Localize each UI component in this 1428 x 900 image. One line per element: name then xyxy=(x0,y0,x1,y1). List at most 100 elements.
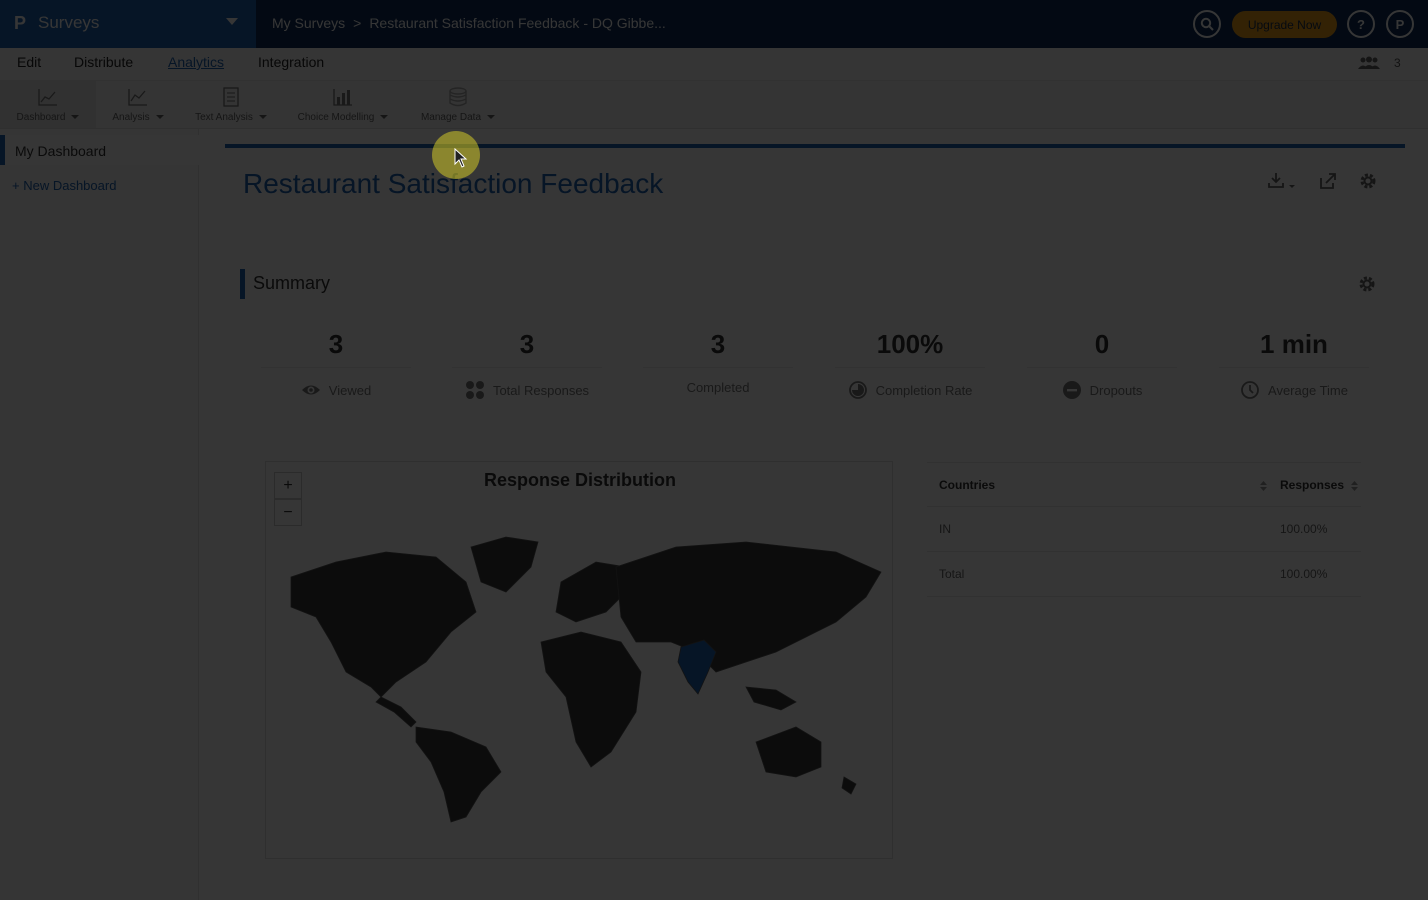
chevron-down-icon xyxy=(226,18,238,25)
table-cell: 100.00% xyxy=(1280,567,1328,581)
column-header-responses[interactable]: Responses xyxy=(1280,478,1344,492)
australia xyxy=(755,726,822,778)
europe xyxy=(555,561,627,623)
gear-icon xyxy=(1360,173,1376,189)
stat-label: Total Responses xyxy=(492,382,590,398)
pie-icon xyxy=(848,381,867,399)
toolbar-dashboard[interactable]: Dashboard xyxy=(0,81,96,128)
stat-total-responses: 3 Total Responses xyxy=(452,330,602,400)
toolbar-text-analysis[interactable]: Text Analysis xyxy=(186,81,276,128)
summary-settings-button[interactable] xyxy=(1357,274,1377,294)
document-icon xyxy=(223,87,239,107)
main-tabs: Edit Distribute Analytics Integration 3 xyxy=(0,48,1428,81)
stat-value: 3 xyxy=(643,330,793,368)
dashboard-settings-button[interactable] xyxy=(1358,171,1378,191)
summary-title: Summary xyxy=(253,273,331,293)
toolbar-analysis[interactable]: Analysis xyxy=(100,81,176,128)
loading-bar xyxy=(225,144,1405,148)
world-map[interactable] xyxy=(276,522,886,832)
download-icon xyxy=(1268,173,1295,188)
breadcrumb: My Surveys > Restaurant Satisfaction Feedb… xyxy=(272,15,666,31)
india-region xyxy=(677,639,717,695)
chart-icon xyxy=(38,89,57,106)
table-header: Countries Responses xyxy=(927,462,1361,507)
gear-icon xyxy=(1359,276,1375,292)
bar-chart-icon xyxy=(333,89,352,106)
sort-icon[interactable] xyxy=(1260,481,1267,491)
collaborator-count: 3 xyxy=(1394,56,1401,70)
stat-value: 0 xyxy=(1027,330,1177,368)
central-america xyxy=(375,696,417,728)
stat-value: 3 xyxy=(452,330,602,368)
table-cell: IN xyxy=(939,522,951,536)
column-header-countries[interactable]: Countries xyxy=(939,478,995,492)
stat-label: Viewed xyxy=(328,382,372,398)
app-logo-icon: P xyxy=(14,13,27,33)
users-icon xyxy=(1358,56,1380,69)
new-dashboard-link[interactable]: + New Dashboard xyxy=(12,178,116,193)
share-icon xyxy=(1320,173,1336,189)
sort-icon[interactable] xyxy=(1351,481,1358,491)
toolbar-choice-modelling[interactable]: Choice Modelling xyxy=(290,81,396,128)
tab-distribute[interactable]: Distribute xyxy=(74,54,133,70)
toolbar-manage-data[interactable]: Manage Data xyxy=(414,81,502,128)
sidebar-item-my-dashboard[interactable]: My Dashboard xyxy=(0,135,199,165)
table-cell: Total xyxy=(939,567,965,581)
breadcrumb-separator: > xyxy=(353,15,362,31)
countries-table: Countries Responses IN 100.00% Total 100… xyxy=(927,462,1361,597)
stat-label: Dropouts xyxy=(1089,382,1143,398)
stat-viewed: 3 Viewed xyxy=(261,330,411,400)
minus-circle-icon xyxy=(1062,381,1081,399)
stat-label: Completion Rate xyxy=(875,382,973,398)
response-map-panel: Response Distribution + − xyxy=(265,461,893,859)
toolbar-label: Dashboard xyxy=(17,112,80,123)
share-button[interactable] xyxy=(1318,171,1338,191)
help-button[interactable]: ? xyxy=(1347,10,1375,38)
analytics-toolbar: Dashboard Analysis Text Analysis Choice … xyxy=(0,81,1428,129)
toolbar-label: Manage Data xyxy=(421,112,495,123)
upgrade-button[interactable]: Upgrade Now xyxy=(1232,11,1337,38)
app-switcher[interactable]: P Surveys xyxy=(0,0,256,48)
tab-edit[interactable]: Edit xyxy=(17,54,41,70)
north-america xyxy=(290,551,477,698)
dashboard-sidebar: My Dashboard + New Dashboard xyxy=(0,129,199,900)
download-button[interactable] xyxy=(1268,171,1298,191)
toolbar-label: Analysis xyxy=(112,112,163,123)
table-cell: 100.00% xyxy=(1280,522,1328,536)
app-title: Surveys xyxy=(38,13,100,32)
toolbar-label: Text Analysis xyxy=(195,112,267,123)
table-row: IN 100.00% xyxy=(927,507,1361,552)
clock-icon xyxy=(1241,381,1259,399)
new-zealand xyxy=(841,776,857,795)
breadcrumb-root[interactable]: My Surveys xyxy=(272,15,345,31)
collaborators[interactable]: 3 xyxy=(1358,56,1401,70)
stat-dropouts: 0 Dropouts xyxy=(1027,330,1177,400)
breadcrumb-current: Restaurant Satisfaction Feedback - DQ Gi… xyxy=(369,15,666,31)
tab-integration[interactable]: Integration xyxy=(258,54,324,70)
grid-dots-icon xyxy=(465,381,484,399)
zoom-in-button[interactable]: + xyxy=(274,472,302,499)
map-title: Response Distribution xyxy=(483,470,676,490)
eye-icon xyxy=(301,385,320,395)
asia xyxy=(615,541,882,673)
search-icon xyxy=(1200,17,1214,31)
toolbar-label: Choice Modelling xyxy=(298,112,389,123)
database-icon xyxy=(449,87,467,107)
mouse-cursor-icon xyxy=(454,148,468,168)
stat-completed: 3 Completed xyxy=(643,330,793,395)
search-button[interactable] xyxy=(1193,10,1221,38)
stat-label: Completed xyxy=(686,380,750,395)
user-avatar[interactable]: P xyxy=(1386,10,1414,38)
stat-label: Average Time xyxy=(1268,382,1348,398)
stat-value: 100% xyxy=(835,330,985,368)
tab-analytics[interactable]: Analytics xyxy=(168,54,224,70)
summary-accent xyxy=(240,269,245,299)
line-chart-icon xyxy=(128,89,147,106)
south-america xyxy=(415,726,502,823)
stat-completion-rate: 100% Completion Rate xyxy=(835,330,985,400)
top-bar: P Surveys My Surveys > Restaurant Satisfac… xyxy=(0,0,1428,48)
africa xyxy=(540,631,642,768)
stat-value: 1 min xyxy=(1219,330,1369,368)
southeast-asia xyxy=(745,686,797,711)
stat-value: 3 xyxy=(261,330,411,368)
